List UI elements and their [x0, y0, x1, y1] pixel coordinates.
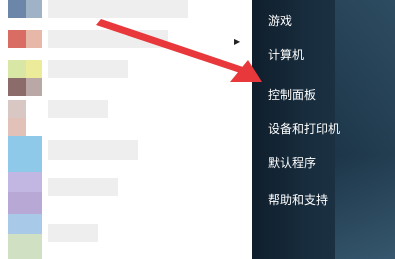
submenu-arrow-icon[interactable]: ▶: [234, 37, 240, 46]
program-icon[interactable]: [26, 60, 42, 78]
program-icon[interactable]: [8, 78, 26, 96]
program-icon[interactable]: [26, 78, 42, 96]
program-icon[interactable]: [8, 172, 42, 192]
start-menu-program-list: ▶: [0, 0, 252, 259]
program-icon[interactable]: [8, 30, 26, 48]
program-icon[interactable]: [8, 214, 42, 234]
menu-item-help-support[interactable]: 帮助和支持: [268, 189, 328, 211]
program-icon[interactable]: [26, 30, 42, 48]
menu-item-computer[interactable]: 计算机: [268, 44, 304, 66]
program-label-blurred: [48, 140, 138, 160]
program-icon[interactable]: [8, 234, 42, 259]
program-label-blurred: [48, 100, 108, 118]
program-icon[interactable]: [8, 0, 26, 18]
program-icon[interactable]: [8, 118, 26, 136]
program-label-blurred: [48, 60, 128, 78]
program-label-blurred: [48, 30, 168, 48]
menu-item-default-programs[interactable]: 默认程序: [268, 152, 316, 174]
program-icon[interactable]: [26, 0, 42, 18]
program-icon[interactable]: [8, 100, 26, 118]
program-label-blurred: [48, 0, 188, 18]
program-label-blurred: [48, 224, 98, 242]
program-icon[interactable]: [8, 136, 42, 172]
menu-item-devices-printers[interactable]: 设备和打印机: [268, 118, 340, 140]
program-icon[interactable]: [8, 60, 26, 78]
menu-item-games[interactable]: 游戏: [268, 10, 292, 32]
menu-item-control-panel[interactable]: 控制面板: [268, 84, 316, 106]
program-label-blurred: [48, 178, 118, 196]
program-icon[interactable]: [8, 192, 42, 214]
